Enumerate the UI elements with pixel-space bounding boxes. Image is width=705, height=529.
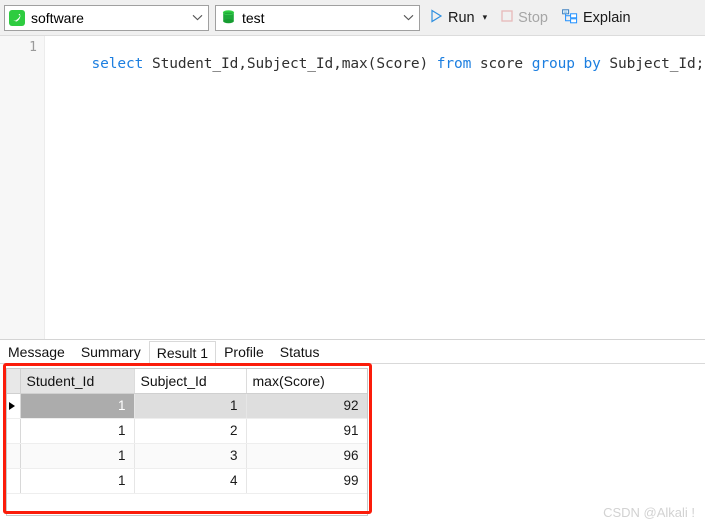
run-label: Run bbox=[448, 9, 475, 26]
tab-summary[interactable]: Summary bbox=[73, 340, 149, 363]
cell-subject-id[interactable]: 3 bbox=[134, 443, 247, 469]
results-panel: Message Summary Result 1 Profile Status … bbox=[0, 339, 705, 529]
connection-name: software bbox=[31, 9, 84, 26]
row-marker-cell[interactable] bbox=[7, 418, 21, 444]
sql-token: select bbox=[91, 56, 144, 72]
table-header-row: Student_Id Subject_Id max(Score) bbox=[7, 369, 367, 394]
play-triangle-icon bbox=[430, 9, 443, 26]
database-name: test bbox=[242, 9, 265, 26]
sql-token: Subject_Id; bbox=[600, 56, 705, 72]
chevron-down-icon[interactable] bbox=[186, 6, 208, 30]
column-header-subject-id[interactable]: Subject_Id bbox=[134, 369, 247, 394]
sql-token: by bbox=[583, 56, 601, 72]
cell-subject-id[interactable]: 2 bbox=[134, 418, 247, 444]
cell-student-id[interactable]: 1 bbox=[20, 418, 135, 444]
row-marker-header bbox=[7, 369, 21, 394]
toolbar: software test Run ▾ Stop Explain bbox=[0, 0, 705, 36]
cell-max-score[interactable]: 99 bbox=[246, 468, 367, 494]
cell-subject-id[interactable]: 1 bbox=[134, 393, 247, 419]
table-row[interactable]: 1 2 91 bbox=[7, 418, 367, 444]
result-table: Student_Id Subject_Id max(Score) 1 1 92 … bbox=[7, 369, 367, 494]
line-number: 1 bbox=[29, 40, 37, 55]
tab-profile[interactable]: Profile bbox=[216, 340, 272, 363]
result-tab-bar: Message Summary Result 1 Profile Status bbox=[0, 340, 705, 364]
row-marker-cell[interactable] bbox=[7, 443, 21, 469]
sql-token: Student_Id,Subject_Id,max(Score) bbox=[143, 56, 437, 72]
stop-label: Stop bbox=[518, 9, 548, 26]
explain-button[interactable]: Explain bbox=[558, 4, 635, 32]
database-cylinder-icon bbox=[220, 10, 236, 26]
explain-label: Explain bbox=[582, 9, 631, 26]
stop-square-icon bbox=[501, 10, 513, 25]
cell-student-id[interactable]: 1 bbox=[20, 443, 135, 469]
sql-token: group bbox=[531, 56, 575, 72]
table-row[interactable]: 1 1 92 bbox=[7, 393, 367, 419]
tab-result-1[interactable]: Result 1 bbox=[148, 341, 217, 364]
current-row-arrow-icon bbox=[9, 401, 15, 410]
column-header-student-id[interactable]: Student_Id bbox=[20, 369, 135, 394]
cell-student-id[interactable]: 1 bbox=[20, 393, 135, 419]
table-row[interactable]: 1 3 96 bbox=[7, 443, 367, 469]
run-dropdown-caret-icon[interactable]: ▾ bbox=[483, 13, 488, 22]
connection-dropdown[interactable]: software bbox=[4, 4, 209, 31]
grid-empty-area bbox=[7, 493, 367, 514]
sql-editor[interactable]: 1 select Student_Id,Subject_Id,max(Score… bbox=[0, 36, 705, 339]
column-header-max-score[interactable]: max(Score) bbox=[246, 369, 367, 394]
sql-code-line[interactable]: select Student_Id,Subject_Id,max(Score) … bbox=[57, 40, 705, 88]
result-grid[interactable]: Student_Id Subject_Id max(Score) 1 1 92 … bbox=[6, 368, 368, 516]
cell-max-score[interactable]: 92 bbox=[246, 393, 367, 419]
watermark: CSDN @Alkali ! bbox=[603, 505, 695, 520]
sql-token: from bbox=[436, 56, 472, 72]
chevron-down-icon[interactable] bbox=[397, 6, 419, 30]
row-marker-cell[interactable] bbox=[7, 468, 21, 494]
tab-message[interactable]: Message bbox=[0, 340, 73, 363]
database-dropdown[interactable]: test bbox=[215, 4, 420, 31]
cell-max-score[interactable]: 91 bbox=[246, 418, 367, 444]
cell-student-id[interactable]: 1 bbox=[20, 468, 135, 494]
cell-max-score[interactable]: 96 bbox=[246, 443, 367, 469]
cell-subject-id[interactable]: 4 bbox=[134, 468, 247, 494]
editor-gutter: 1 bbox=[0, 36, 45, 339]
explain-tree-icon bbox=[562, 8, 578, 27]
mysql-dolphin-icon bbox=[9, 9, 25, 26]
row-marker-cell[interactable] bbox=[7, 393, 21, 419]
sql-token: score bbox=[471, 56, 532, 72]
table-row[interactable]: 1 4 99 bbox=[7, 468, 367, 494]
run-button[interactable]: Run ▾ bbox=[426, 4, 491, 32]
stop-button[interactable]: Stop bbox=[497, 4, 552, 32]
tab-status[interactable]: Status bbox=[272, 340, 328, 363]
